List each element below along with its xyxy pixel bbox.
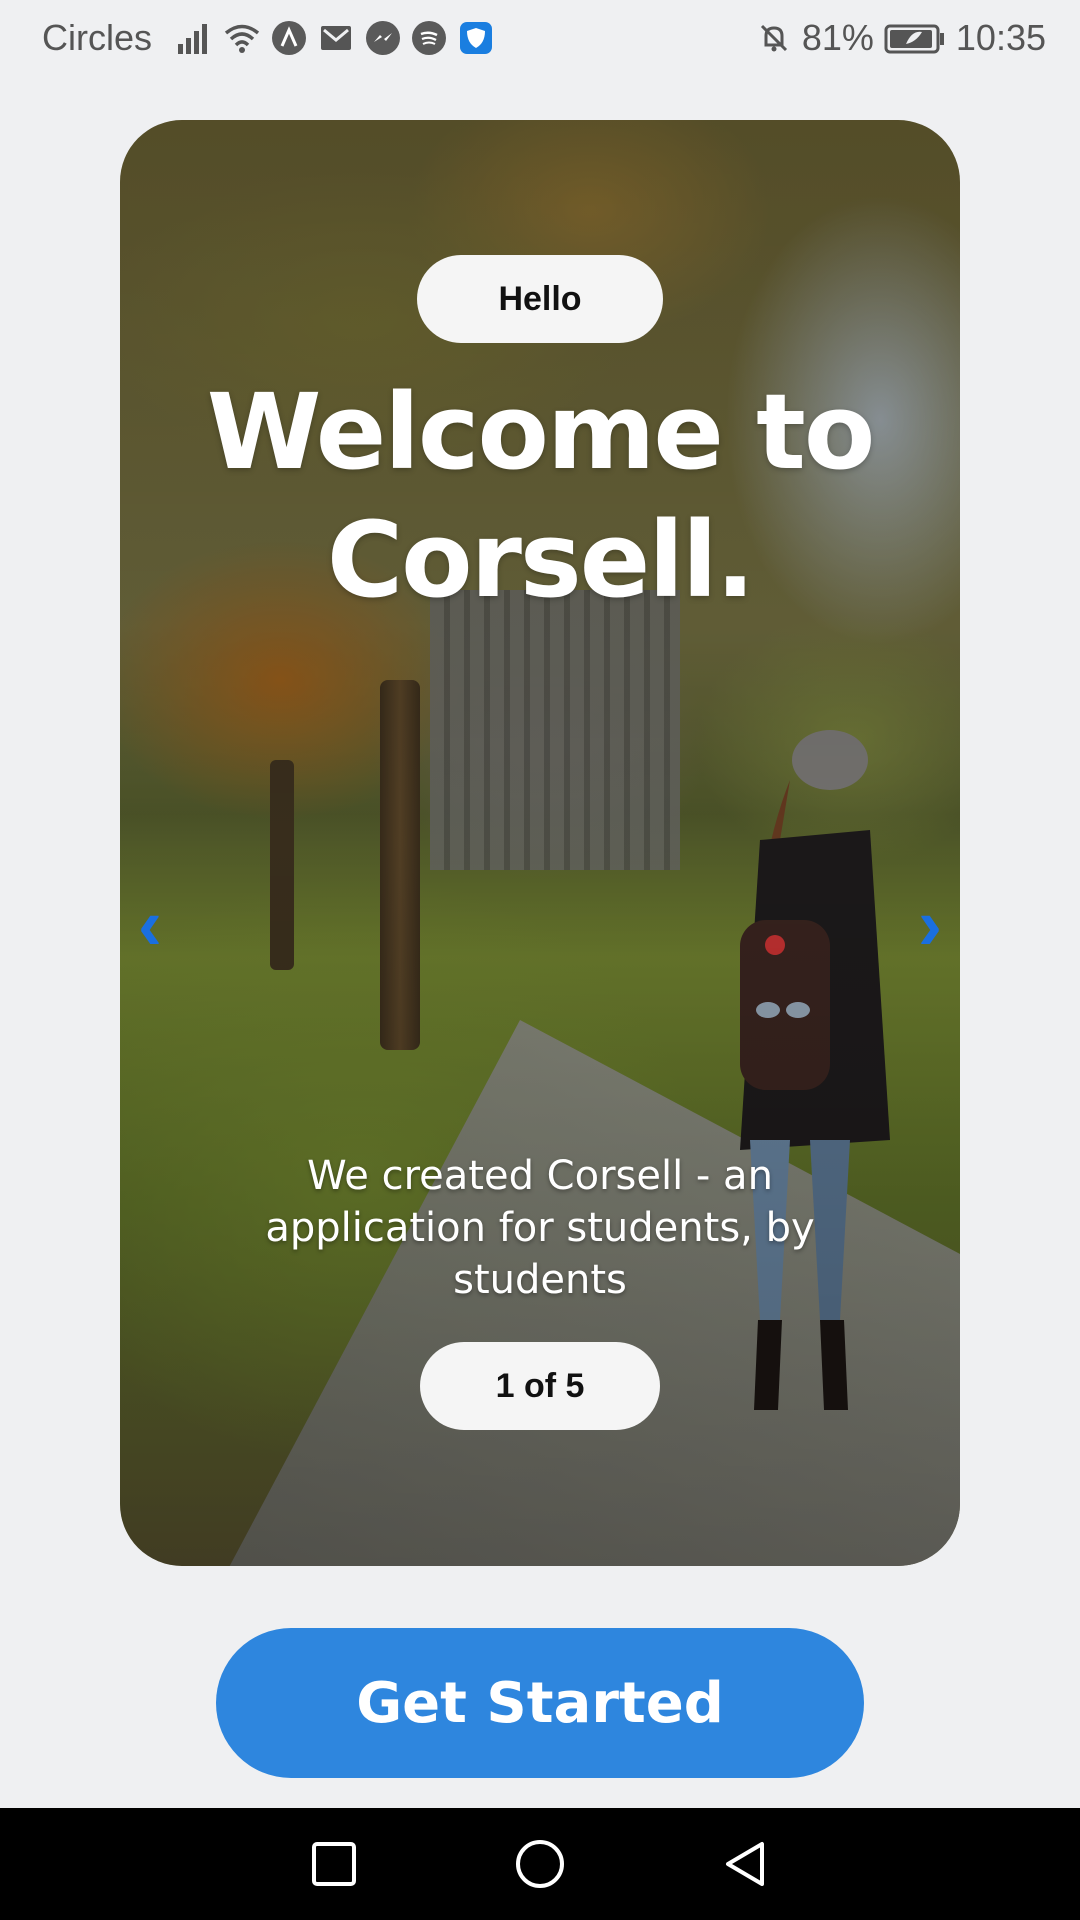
status-left: Circles (42, 17, 494, 59)
slide-pager: 1 of 5 (420, 1342, 660, 1430)
chevron-left-icon: ‹ (138, 885, 162, 965)
onboarding-screen: Circles 81% 10:35 Hello Welcome to Corse… (0, 0, 1080, 1920)
signal-icon (176, 20, 212, 56)
battery-icon (884, 20, 946, 56)
next-slide-button[interactable]: › (900, 880, 960, 970)
carrier-name: Circles (42, 17, 153, 58)
back-triangle-icon[interactable] (718, 1836, 774, 1892)
mute-bell-icon (756, 20, 792, 56)
hello-tag: Hello (417, 255, 663, 343)
system-nav-bar (0, 1808, 1080, 1920)
status-right: 81% 10:35 (756, 17, 1046, 59)
home-circle-icon[interactable] (512, 1836, 568, 1892)
previous-slide-button[interactable]: ‹ (120, 880, 180, 970)
welcome-description: We created Corsell - an application for … (265, 1153, 815, 1303)
shield-icon (458, 20, 494, 56)
battery-percent: 81% (801, 17, 874, 58)
spotify-icon (412, 21, 447, 55)
chevron-right-icon: › (918, 885, 942, 965)
status-bar: Circles 81% 10:35 (0, 0, 1080, 76)
app-a-icon (272, 21, 307, 55)
wifi-icon (224, 20, 260, 56)
welcome-title: Welcome to Corsell. (206, 371, 876, 621)
messenger-icon (366, 21, 401, 55)
recents-square-icon[interactable] (306, 1836, 362, 1892)
onboarding-card: Hello Welcome to Corsell. ‹ › We created… (120, 120, 960, 1566)
get-started-button[interactable]: Get Started (216, 1628, 864, 1778)
mail-icon (318, 20, 354, 56)
clock: 10:35 (955, 17, 1046, 58)
